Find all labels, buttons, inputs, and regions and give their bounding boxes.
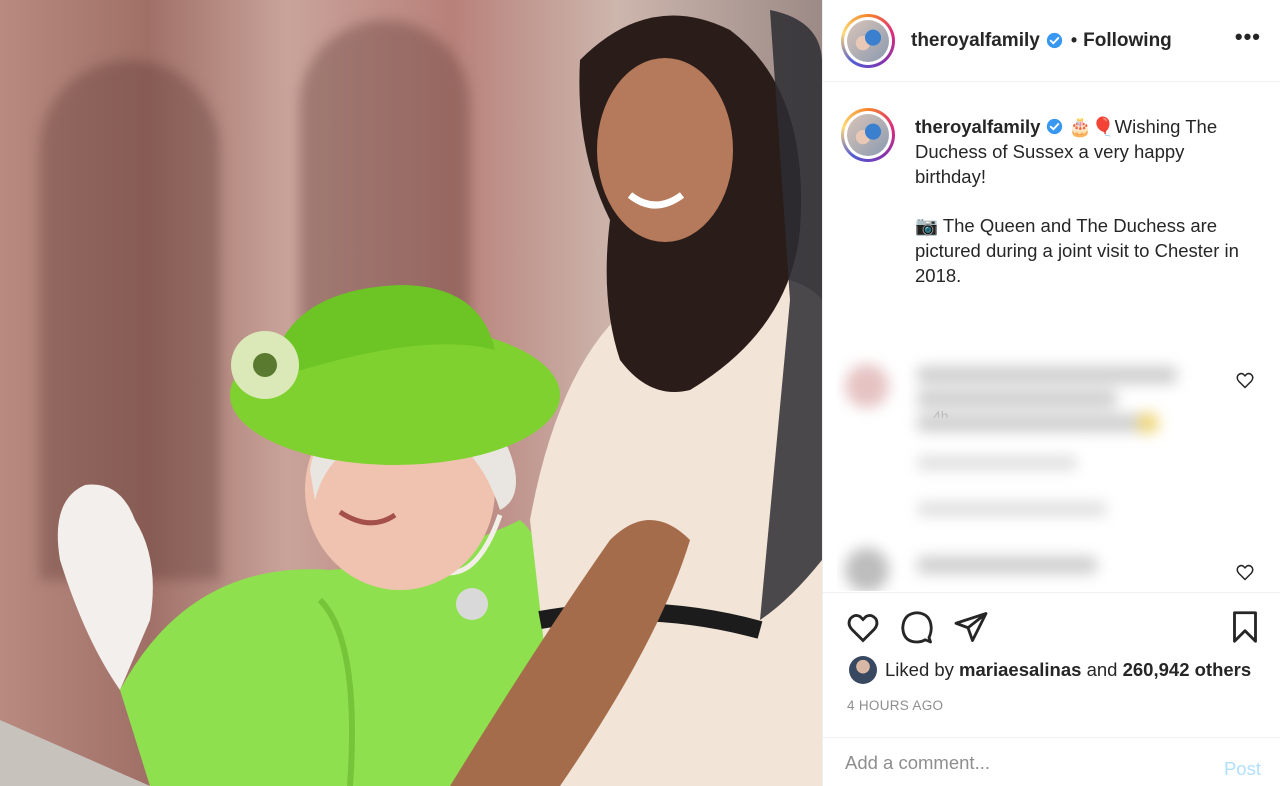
separator-dot: • xyxy=(1070,30,1078,50)
likes-summary: Liked by mariaesalinas and 260,942 other… xyxy=(849,656,1251,684)
likes-prefix: Liked by xyxy=(885,659,954,680)
post-comment-button[interactable]: Post xyxy=(1224,758,1261,780)
like-heart-icon[interactable] xyxy=(845,609,881,645)
following-button[interactable]: Following xyxy=(1083,30,1172,52)
action-bar xyxy=(823,592,1280,658)
likes-joiner: and xyxy=(1086,659,1118,680)
caption-line-2: 📷 The Queen and The Duchess are pictured… xyxy=(915,215,1239,286)
avatar[interactable] xyxy=(841,13,895,68)
post-photo[interactable] xyxy=(0,0,822,786)
photo-scene xyxy=(0,10,822,786)
likes-count-link[interactable]: 260,942 others xyxy=(1123,659,1252,681)
more-options-icon[interactable]: ••• xyxy=(1235,24,1261,50)
comment-like-heart-icon[interactable] xyxy=(1235,370,1255,390)
caption-avatar[interactable] xyxy=(841,108,895,162)
post-header: theroyalfamily • Following ••• xyxy=(823,0,1280,82)
comment-composer: Post xyxy=(823,737,1280,786)
comment-icon[interactable] xyxy=(899,609,935,645)
comment-like-heart-icon[interactable] xyxy=(1235,562,1255,582)
save-bookmark-icon[interactable] xyxy=(1227,609,1263,645)
post-panel: theroyalfamily • Following ••• theroyalf… xyxy=(822,0,1280,786)
liker-avatar[interactable] xyxy=(849,656,877,684)
post-timestamp[interactable]: 4 HOURS AGO xyxy=(847,698,943,713)
verified-badge-icon xyxy=(1046,32,1062,49)
caption-username[interactable]: theroyalfamily xyxy=(915,116,1040,137)
comment-input[interactable] xyxy=(845,750,1185,776)
verified-badge-icon xyxy=(1047,118,1063,135)
share-direct-icon[interactable] xyxy=(953,609,989,645)
caption-text: theroyalfamily 🎂🎈Wishing The Duchess of … xyxy=(915,114,1255,312)
blurred-comments xyxy=(837,316,1197,591)
comments-list xyxy=(837,316,1277,591)
liker-username-link[interactable]: mariaesalinas xyxy=(959,659,1081,681)
username-link[interactable]: theroyalfamily xyxy=(911,30,1040,52)
